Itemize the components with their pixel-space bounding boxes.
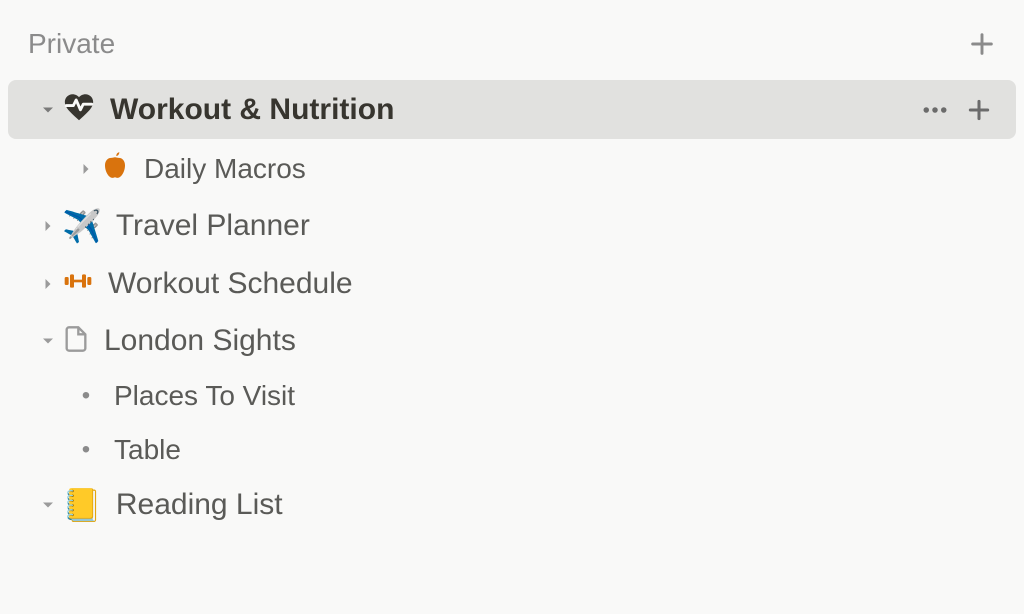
more-options-button[interactable]: [920, 95, 950, 125]
page-label: Workout & Nutrition: [110, 93, 920, 127]
page-label: Workout Schedule: [108, 267, 992, 301]
page-label: Table: [114, 434, 992, 466]
page-item-travel-planner[interactable]: ✈️ Travel Planner: [8, 199, 1016, 253]
page-label: Daily Macros: [144, 153, 992, 185]
page-label: Travel Planner: [116, 209, 992, 243]
chevron-right-icon[interactable]: [34, 216, 62, 236]
section-title: Private: [28, 28, 115, 60]
page-item-table[interactable]: • Table: [8, 424, 1016, 476]
page-label: Places To Visit: [114, 380, 992, 412]
item-actions: [920, 95, 992, 125]
page-label: Reading List: [116, 488, 992, 522]
page-label: London Sights: [104, 324, 992, 358]
sidebar: Private Workout & Nutrition: [0, 0, 1024, 614]
chevron-down-icon[interactable]: [34, 495, 62, 515]
section-header: Private: [0, 20, 1024, 78]
page-item-london-sights[interactable]: London Sights: [8, 314, 1016, 368]
chevron-right-icon[interactable]: [72, 159, 100, 179]
chevron-right-icon[interactable]: [34, 274, 62, 294]
bullet-icon: •: [72, 382, 100, 410]
barbell-icon: [62, 265, 94, 302]
chevron-down-icon[interactable]: [34, 100, 62, 120]
airplane-icon: ✈️: [62, 210, 102, 242]
add-page-button[interactable]: [968, 30, 996, 58]
add-subpage-button[interactable]: [966, 97, 992, 123]
book-icon: 📒: [62, 489, 102, 521]
page-item-workout-schedule[interactable]: Workout Schedule: [8, 255, 1016, 312]
chevron-down-icon[interactable]: [34, 331, 62, 351]
page-item-workout-nutrition[interactable]: Workout & Nutrition: [8, 80, 1016, 139]
apple-icon: [100, 151, 130, 187]
page-item-places-to-visit[interactable]: • Places To Visit: [8, 370, 1016, 422]
heart-pulse-icon: [62, 90, 96, 129]
page-item-daily-macros[interactable]: Daily Macros: [8, 141, 1016, 197]
bullet-icon: •: [72, 436, 100, 464]
page-item-reading-list[interactable]: 📒 Reading List: [8, 478, 1016, 532]
page-icon: [62, 325, 90, 358]
